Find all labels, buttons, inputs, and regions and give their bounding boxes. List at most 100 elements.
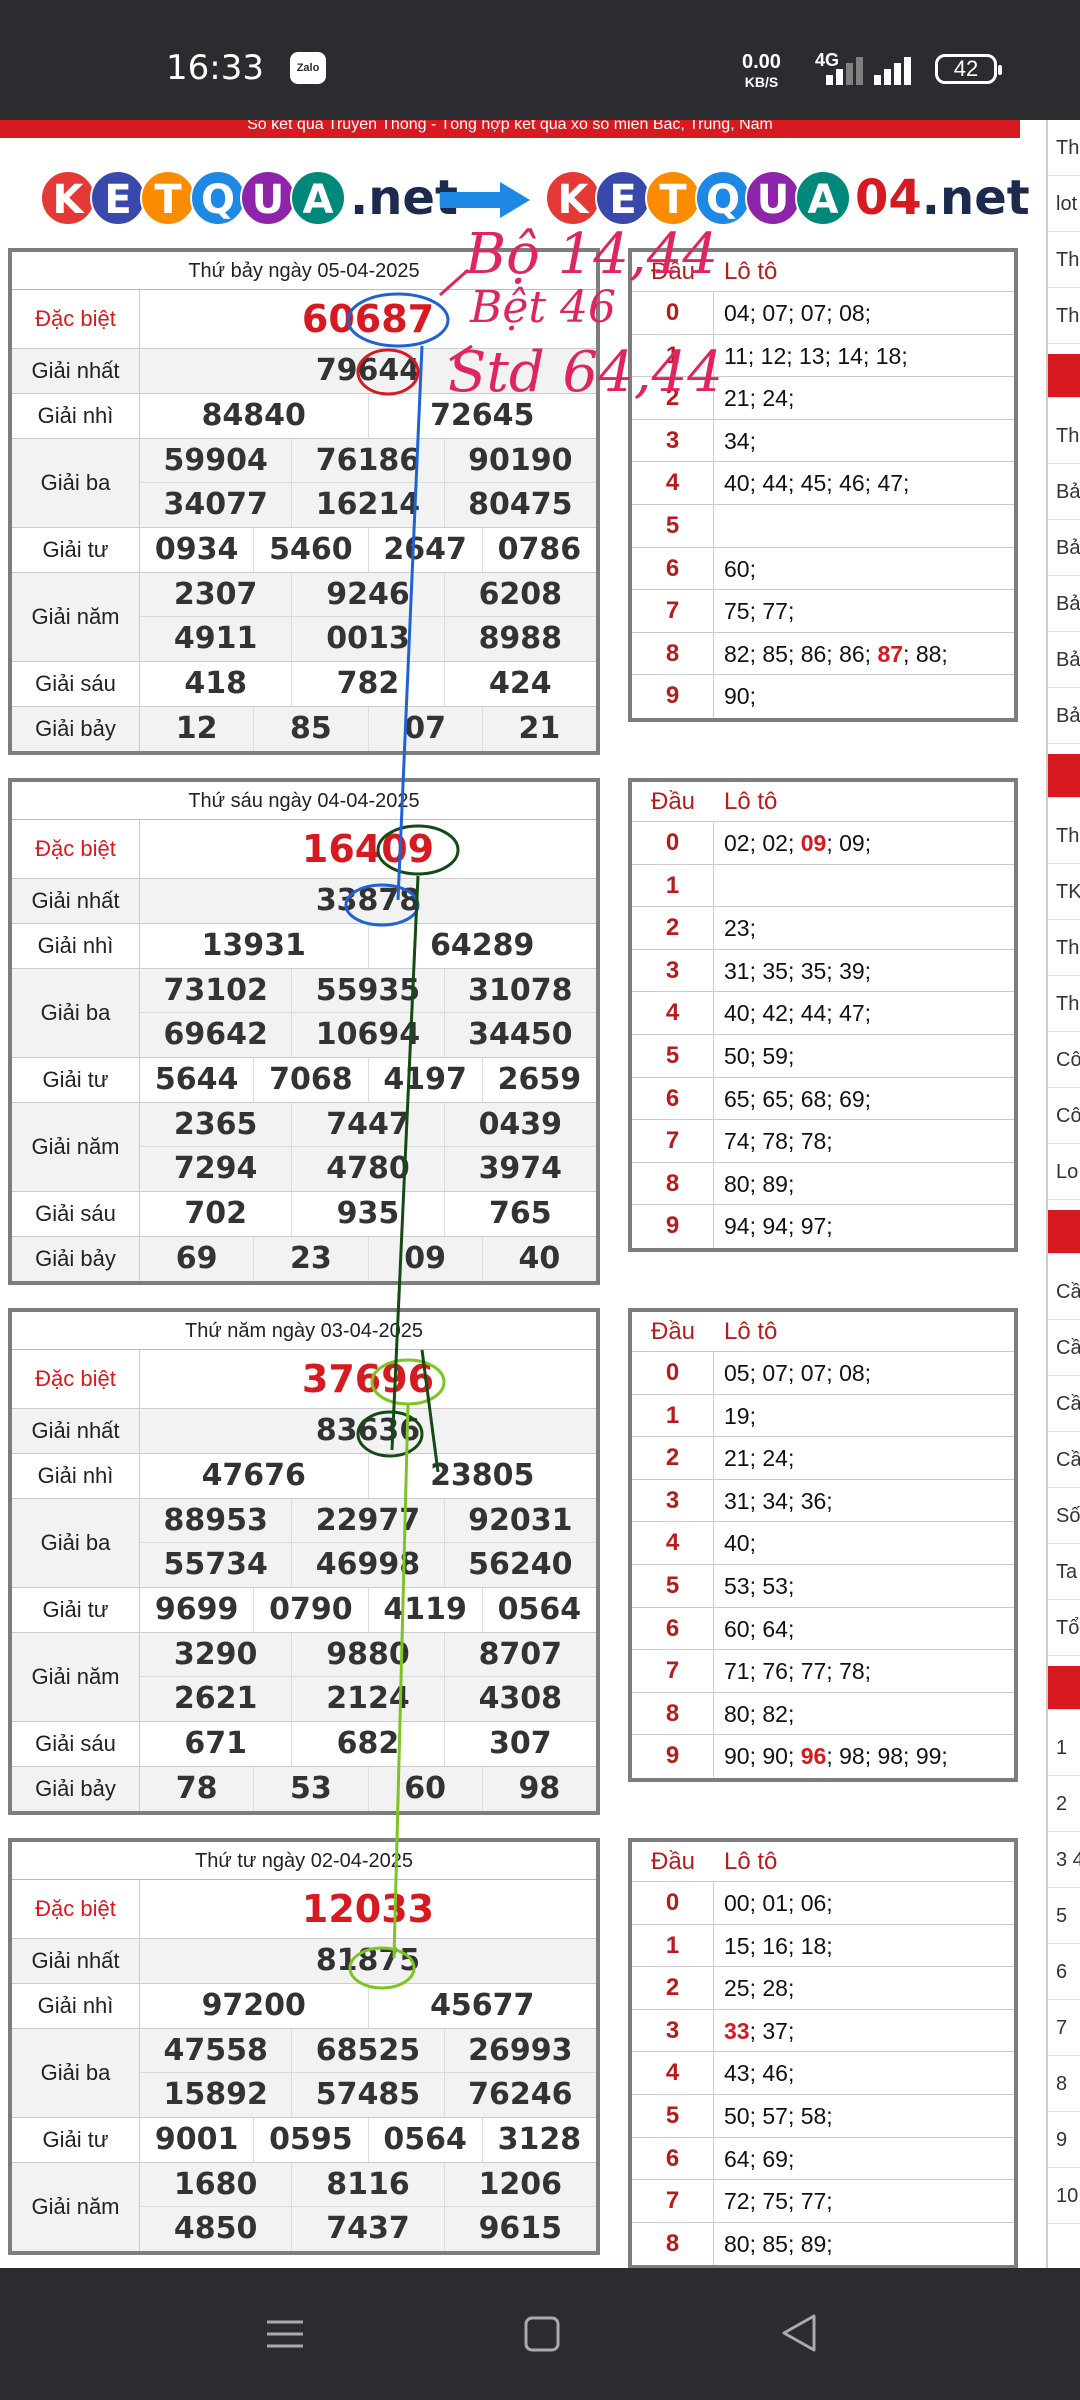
sidebar-item[interactable]: Th xyxy=(1048,408,1080,464)
sidebar-item[interactable]: Th xyxy=(1048,232,1080,288)
prize-number: 34077 xyxy=(140,483,293,527)
sidebar-item[interactable]: Cầ xyxy=(1048,1320,1080,1376)
prize-number: 7294 xyxy=(140,1147,293,1191)
sidebar-item[interactable]: Bả xyxy=(1048,632,1080,688)
prize-row: Giải bảy 78 53 60 98 xyxy=(12,1767,596,1811)
loto-head: 7 xyxy=(632,1650,714,1692)
loto-row: 3 34; xyxy=(632,419,1014,463)
prize-row: Giải sáu 418 782 424 xyxy=(12,662,596,707)
loto-row: 7 75; 77; xyxy=(632,590,1014,633)
sidebar-section-tab[interactable] xyxy=(1048,1210,1080,1254)
prize-values: 13931 64289 xyxy=(140,924,596,968)
prize-number: 8988 xyxy=(478,621,563,656)
prize-line: 34077 16214 80475 xyxy=(140,483,596,527)
sidebar-item[interactable]: Cô VII xyxy=(1048,1088,1080,1144)
sidebar-item[interactable]: Th xyxy=(1048,976,1080,1032)
prize-number: 26993 xyxy=(468,2033,573,2068)
prize-number: 0564 xyxy=(497,1592,582,1627)
prize-number: 3974 xyxy=(478,1151,563,1186)
prize-label: Giải nhì xyxy=(12,924,140,968)
sidebar-item[interactable]: lot xyxy=(1048,176,1080,232)
prize-number: 8116 xyxy=(292,2163,445,2206)
loto-head: 2 xyxy=(632,907,714,949)
loto-table: Đầu Lô tô 0 05; 07; 07; 08; 1 19; 2 21; 24; 3 31;… xyxy=(628,1308,1018,1782)
sidebar-item[interactable]: 6 xyxy=(1048,1944,1080,2000)
loto-head: 9 xyxy=(632,1205,714,1248)
sidebar-item[interactable]: Bả xyxy=(1048,688,1080,744)
loto-row: 6 64; 69; xyxy=(632,2137,1014,2181)
sidebar-item[interactable]: Cầ xyxy=(1048,1264,1080,1320)
net-speed: 0.00 KB/S xyxy=(742,51,781,90)
sidebar-item[interactable]: Th the xyxy=(1048,288,1080,344)
prize-number: 16214 xyxy=(292,483,445,527)
sidebar-item[interactable]: 3 4 xyxy=(1048,1832,1080,1888)
prize-number: 0790 xyxy=(254,1588,369,1632)
sidebar-item[interactable]: Số xyxy=(1048,1488,1080,1544)
sidebar-item[interactable]: Cầ xyxy=(1048,1432,1080,1488)
sidebar-item[interactable]: 9 xyxy=(1048,2112,1080,2168)
prize-label: Giải tư xyxy=(12,1588,140,1632)
prize-number: 97200 xyxy=(140,1984,369,2028)
prize-number: 47558 xyxy=(140,2029,293,2072)
web-page: Sổ kết quả Truyền Thống - Tổng hợp kết q… xyxy=(0,120,1040,2268)
prize-line: 0934 5460 2647 0786 xyxy=(140,528,596,572)
loto-row: 8 82; 85; 86; 86; 87; 88; xyxy=(632,632,1014,676)
prize-label: Giải sáu xyxy=(12,1722,140,1766)
prize-line: 4911 0013 8988 xyxy=(140,617,596,661)
sidebar-item[interactable]: Cô xyxy=(1048,1032,1080,1088)
sidebar-item[interactable]: Lo xyxy=(1048,1144,1080,1200)
sidebar-item[interactable]: 7 xyxy=(1048,2000,1080,2056)
home-icon[interactable] xyxy=(512,2308,572,2358)
annotation-bo: Bộ 14,44 xyxy=(465,222,718,287)
sidebar-item[interactable]: Cầ xyxy=(1048,1376,1080,1432)
sidebar-item[interactable]: Tổ xyxy=(1048,1600,1080,1656)
prize-row: Giải nhì 13931 64289 xyxy=(12,924,596,969)
sidebar-item[interactable]: 2 xyxy=(1048,1776,1080,1832)
prize-number: 59904 xyxy=(140,439,293,482)
sidebar-item[interactable]: Bả xyxy=(1048,520,1080,576)
sidebar-item[interactable]: 8 xyxy=(1048,2056,1080,2112)
prize-number: 12 xyxy=(140,707,255,751)
sidebar-item[interactable]: 1 xyxy=(1048,1720,1080,1776)
sidebar-item[interactable]: Th xyxy=(1048,920,1080,976)
prize-line: 47676 23805 xyxy=(140,1454,596,1498)
annotation-bet: Bệt 46 xyxy=(470,282,617,333)
loto-row: 2 21; 24; xyxy=(632,1437,1014,1480)
back-icon[interactable] xyxy=(770,2308,830,2358)
sidebar-item[interactable]: TK xyxy=(1048,864,1080,920)
sidebar-item[interactable]: Ta xyxy=(1048,1544,1080,1600)
sidebar-item[interactable]: 10 xyxy=(1048,2168,1080,2224)
loto-values: 33; 37; xyxy=(724,2017,795,2044)
sidebar-item[interactable]: Bả xyxy=(1048,464,1080,520)
loto-values: 43; 46; xyxy=(724,2060,795,2087)
sidebar-section-tab[interactable] xyxy=(1048,1666,1080,1710)
prize-values: 3290 9880 8707 2621 2124 4308 xyxy=(140,1633,596,1721)
loto-values: 71; 76; 77; 78; xyxy=(724,1658,872,1685)
loto-head: 6 xyxy=(632,1607,714,1650)
loto-head: 1 xyxy=(632,1394,714,1437)
prize-number: 765 xyxy=(489,1196,552,1231)
prize-number: 69 xyxy=(140,1237,255,1281)
sidebar-item[interactable]: Bả xyxy=(1048,576,1080,632)
prize-number: 4850 xyxy=(140,2207,293,2251)
sidebar-item[interactable]: Th xyxy=(1048,808,1080,864)
logo-ketqua-net[interactable]: K E T Q U A .net xyxy=(40,158,458,238)
prize-label: Giải ba xyxy=(12,1499,140,1587)
sidebar-section-tab[interactable] xyxy=(1048,754,1080,798)
menu-icon[interactable] xyxy=(255,2308,315,2358)
loto-values: 74; 78; 78; xyxy=(724,1128,833,1155)
prize-number: 83636 xyxy=(315,1413,421,1448)
logo-ball: U xyxy=(745,170,801,226)
loto-table: Đầu Lô tô 0 04; 07; 07; 08; 1 11; 12; 13; 14;… xyxy=(628,248,1018,722)
battery-icon: 42 xyxy=(935,54,1002,84)
sidebar-section-tab[interactable] xyxy=(1048,354,1080,398)
prize-line: 2621 2124 4308 xyxy=(140,1677,596,1721)
sidebar-item[interactable]: Th xyxy=(1048,120,1080,176)
loto-head: 2 xyxy=(632,1967,714,2009)
loto-header-loto: Lô tô xyxy=(724,258,778,285)
loto-row: 8 80; 82; xyxy=(632,1692,1014,1736)
prize-label: Đặc biệt xyxy=(12,290,140,348)
prize-label: Giải ba xyxy=(12,439,140,527)
sidebar-item[interactable]: 5 xyxy=(1048,1888,1080,1944)
status-bar: 16:33 Zalo 0.00 KB/S 4G 42 xyxy=(0,0,1080,120)
